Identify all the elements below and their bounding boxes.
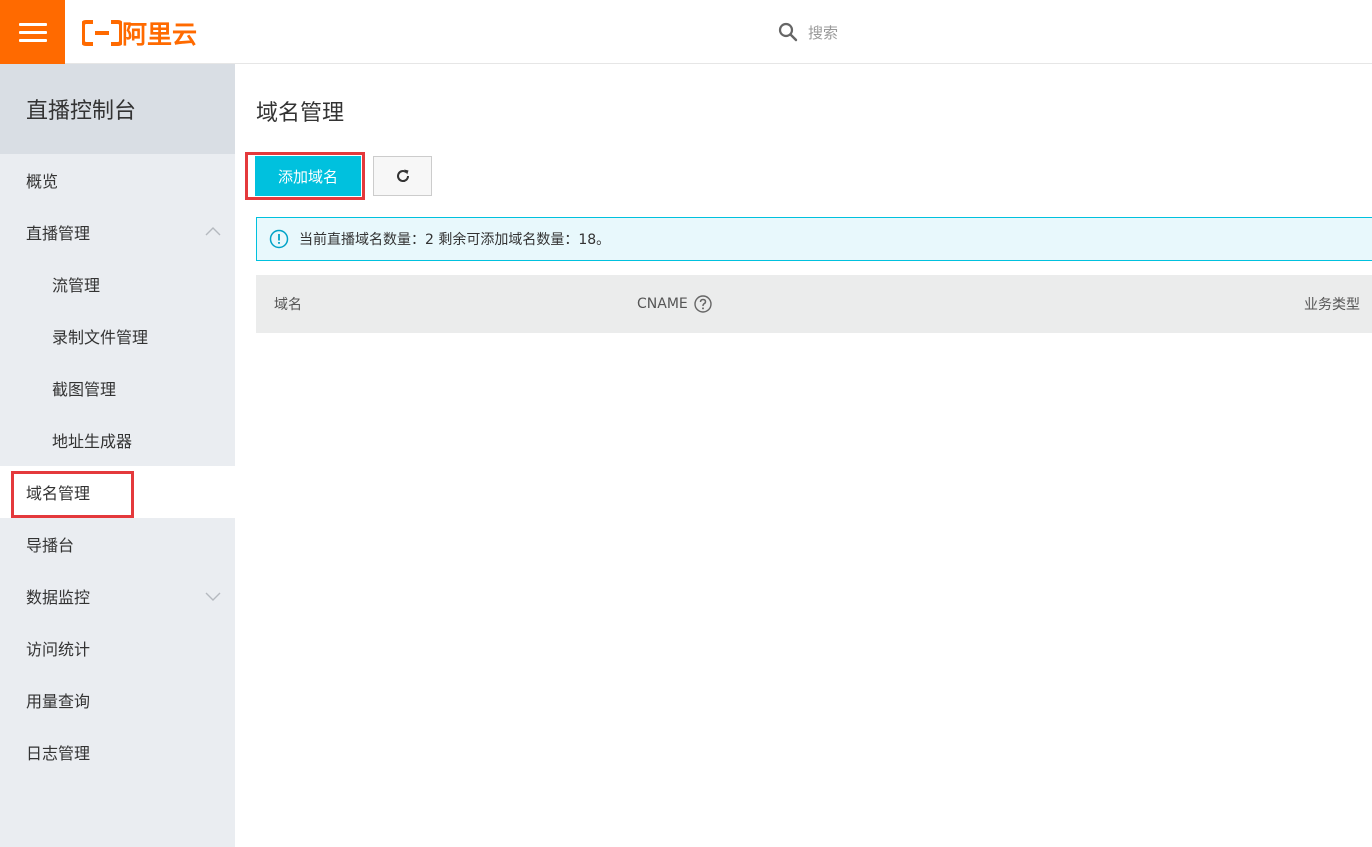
main-content: 域名管理 添加域名 当前直播域名数量：2 剩余可添加域名数量：18。 域名 CN… — [235, 64, 1372, 847]
top-bar: 阿里云 搜索 — [0, 0, 1372, 64]
sidebar-title: 直播控制台 — [0, 64, 235, 154]
help-icon[interactable] — [694, 295, 712, 313]
sidebar-item-live-management[interactable]: 直播管理 — [0, 206, 235, 258]
domain-table-header: 域名 CNAME 业务类型 — [256, 275, 1372, 333]
sidebar-item-usage-query[interactable]: 用量查询 — [0, 674, 235, 726]
column-header-label: CNAME — [637, 296, 688, 312]
chevron-up-icon[interactable] — [205, 224, 221, 240]
domain-count-alert: 当前直播域名数量：2 剩余可添加域名数量：18。 — [256, 217, 1372, 261]
aliyun-logo[interactable]: 阿里云 — [82, 17, 197, 49]
sidebar-item-label: 访问统计 — [26, 640, 91, 659]
brand-name: 阿里云 — [122, 20, 198, 49]
hamburger-icon — [18, 22, 47, 42]
sidebar: 直播控制台 概览 直播管理 流管理 录制文件管理 截图管理 地址生成器 域名管理… — [0, 64, 235, 847]
refresh-button[interactable] — [373, 156, 432, 196]
column-header-business-type: 业务类型 — [1304, 275, 1360, 333]
info-icon — [269, 229, 289, 249]
chevron-down-icon[interactable] — [205, 588, 221, 604]
sidebar-item-recording-files[interactable]: 录制文件管理 — [0, 310, 235, 362]
sidebar-item-label: 录制文件管理 — [52, 328, 149, 347]
sidebar-item-data-monitoring[interactable]: 数据监控 — [0, 570, 235, 622]
column-header-domain: 域名 — [274, 275, 302, 333]
sidebar-item-label: 域名管理 — [26, 484, 91, 503]
aliyun-logo-icon — [82, 20, 122, 46]
page-title: 域名管理 — [256, 101, 345, 126]
sidebar-item-log-management[interactable]: 日志管理 — [0, 726, 235, 778]
sidebar-item-label: 直播管理 — [26, 224, 91, 243]
sidebar-item-label: 数据监控 — [26, 588, 91, 607]
sidebar-item-access-statistics[interactable]: 访问统计 — [0, 622, 235, 674]
sidebar-item-director-console[interactable]: 导播台 — [0, 518, 235, 570]
sidebar-item-domain-management[interactable]: 域名管理 — [0, 466, 235, 518]
search-placeholder[interactable]: 搜索 — [808, 22, 838, 43]
sidebar-item-label: 流管理 — [52, 276, 101, 295]
alert-text: 当前直播域名数量：2 剩余可添加域名数量：18。 — [299, 232, 611, 248]
add-domain-button[interactable]: 添加域名 — [255, 156, 361, 196]
sidebar-item-screenshot-management[interactable]: 截图管理 — [0, 362, 235, 414]
sidebar-item-label: 用量查询 — [26, 692, 91, 711]
sidebar-item-label: 概览 — [26, 172, 59, 191]
sidebar-item-overview[interactable]: 概览 — [0, 154, 235, 206]
sidebar-item-stream-management[interactable]: 流管理 — [0, 258, 235, 310]
sidebar-item-label: 导播台 — [26, 536, 75, 555]
column-header-label: 业务类型 — [1304, 297, 1360, 313]
column-header-cname: CNAME — [637, 275, 712, 333]
menu-button[interactable] — [0, 0, 65, 64]
refresh-icon — [396, 169, 409, 182]
sidebar-item-label: 截图管理 — [52, 380, 117, 399]
sidebar-item-label: 日志管理 — [26, 744, 91, 763]
column-header-label: 域名 — [274, 297, 302, 313]
search-icon — [778, 22, 798, 42]
search-box[interactable]: 搜索 — [778, 20, 838, 44]
sidebar-item-label: 地址生成器 — [52, 432, 133, 451]
sidebar-item-address-generator[interactable]: 地址生成器 — [0, 414, 235, 466]
